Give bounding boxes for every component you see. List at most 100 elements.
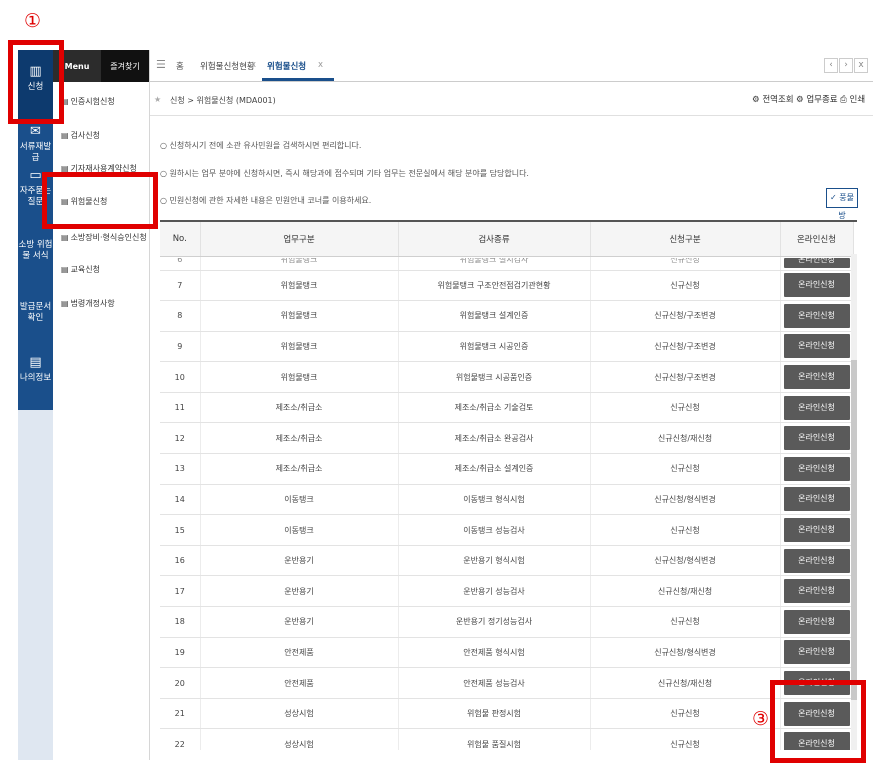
table-row: 6 위험물탱크 위험물탱크 설치검사 신규신청 온라인신청 <box>160 256 854 271</box>
cell-inspection-type: 제조소/취급소 완공검사 <box>398 422 591 455</box>
tab-hazmat-apply[interactable]: 위험물신청 <box>267 60 306 72</box>
cell-apply-type: 신규신청/구조변경 <box>590 361 781 393</box>
favorites-tab[interactable]: 즐겨찾기 <box>101 50 149 82</box>
cell-no: 6 <box>160 256 201 271</box>
cell-category: 제조소/취급소 <box>200 392 399 424</box>
online-apply-button[interactable]: 온라인신청 <box>783 334 850 359</box>
online-apply-button[interactable]: 온라인신청 <box>783 258 850 268</box>
cell-category: 위험물탱크 <box>200 270 399 302</box>
next-tab-button[interactable]: › <box>839 58 853 73</box>
notice-text: 신청하시기 전에 소관 유사민원을 검색하시면 편리합니다. <box>169 141 362 150</box>
rail-item-label: 서류재발급 <box>19 142 52 163</box>
cell-apply-type: 신규신청/구조변경 <box>590 331 781 363</box>
highlight-box-rail <box>8 40 64 124</box>
cell-apply-type: 신규신청 <box>590 270 781 302</box>
cell-category: 안전제품 <box>200 637 399 669</box>
cell-online-apply: 온라인신청 <box>780 453 854 485</box>
cell-category: 위험물탱크 <box>200 256 399 271</box>
table-scrollbar-thumb[interactable] <box>851 360 857 700</box>
table-row: 13 제조소/취급소 제조소/취급소 설계인증 신규신청 온라인신청 <box>160 453 854 485</box>
close-all-button[interactable]: x <box>854 58 868 73</box>
table-row: 9 위험물탱크 위험물탱크 시공인증 신규신청/구조변경 온라인신청 <box>160 331 854 363</box>
cell-apply-type: 신규신청 <box>590 728 781 750</box>
cell-inspection-type: 안전제품 형식시험 <box>398 637 591 669</box>
cell-inspection-type: 위험물탱크 설치검사 <box>398 256 591 271</box>
cell-no: 13 <box>160 453 201 485</box>
breadcrumb-bar: ★ 신청 > 위험물신청 (MDA001) ⚙ 전역조회 ⚙ 업무종료 ⎙ 인쇄 <box>150 82 873 116</box>
tab-home[interactable]: 홈 <box>176 60 184 72</box>
tab-close-icon[interactable]: x <box>251 60 256 70</box>
online-apply-button[interactable]: 온라인신청 <box>783 426 850 451</box>
rail-item-myinfo[interactable]: ▤ 나의정보 <box>18 355 53 400</box>
cell-apply-type: 신규신청/구조변경 <box>590 300 781 332</box>
notice-3: ○ 민원신청에 관한 자세한 내용은 민원안내 코너를 이용하세요. <box>160 196 372 205</box>
online-apply-button[interactable]: 온라인신청 <box>783 273 850 298</box>
end-work-button[interactable]: ⚙ 업무종료 <box>796 93 838 105</box>
table-row: 10 위험물탱크 위험물탱크 시공품인증 신규신청/구조변경 온라인신청 <box>160 361 854 393</box>
online-apply-button[interactable]: 온라인신청 <box>783 579 850 604</box>
rail-item-verify[interactable]: 발급문서 확인 <box>18 302 53 342</box>
cell-inspection-type: 위험물탱크 구조안전점검기관현황 <box>398 270 591 302</box>
cell-apply-type: 신규신청/형식변경 <box>590 484 781 516</box>
cell-no: 9 <box>160 331 201 363</box>
star-icon[interactable]: ★ <box>154 95 161 104</box>
menu-item-law[interactable]: ▤ 법령개정사항 <box>61 298 115 309</box>
notice-2: ○ 원하시는 업무 분야에 신청하시면, 즉시 해당과에 접수되며 기타 업무는… <box>160 169 529 178</box>
menu-item-label: 법령개정사항 <box>70 299 115 308</box>
tab-hazmat-status[interactable]: 위험물신청현황 <box>200 60 255 72</box>
online-apply-button[interactable]: 온라인신청 <box>783 487 850 512</box>
online-apply-button[interactable]: 온라인신청 <box>783 640 850 665</box>
cell-apply-type: 신규신청/형식변경 <box>590 637 781 669</box>
online-apply-button[interactable]: 온라인신청 <box>783 548 850 573</box>
search-all-button[interactable]: ⚙ 전역조회 <box>752 93 794 105</box>
tab-bar: ☰ 홈 위험물신청현황 x 위험물신청 x ‹ › x <box>150 50 873 82</box>
print-button[interactable]: ⎙ 인쇄 <box>840 93 865 105</box>
cell-online-apply: 온라인신청 <box>780 606 854 638</box>
menu-panel: Menu 즐겨찾기 ▤ 인증시험신청 ▤ 검사신청 ▤ 기자재사용계약신청 ▤ 위험물신… <box>53 50 150 760</box>
cell-online-apply: 온라인신청 <box>780 331 854 363</box>
menu-item-inspection[interactable]: ▤ 검사신청 <box>61 130 100 141</box>
cell-category: 위험물탱크 <box>200 300 399 332</box>
cell-online-apply: 온라인신청 <box>780 484 854 516</box>
online-apply-button[interactable]: 온라인신청 <box>783 609 850 634</box>
online-apply-button[interactable]: 온라인신청 <box>783 395 850 420</box>
online-apply-button[interactable]: 온라인신청 <box>783 365 850 390</box>
cell-category: 위험물탱크 <box>200 361 399 393</box>
table-row: 12 제조소/취급소 제조소/취급소 완공검사 신규신청/재신청 온라인신청 <box>160 422 854 455</box>
cell-no: 11 <box>160 392 201 424</box>
notice-1: ○ 신청하시기 전에 소관 유사민원을 검색하시면 편리합니다. <box>160 141 362 150</box>
cell-no: 22 <box>160 728 201 750</box>
document-icon: ▤ <box>61 131 69 140</box>
list-icon[interactable]: ☰ <box>156 58 166 71</box>
cell-category: 성상시험 <box>200 698 399 730</box>
table-row: 20 안전제품 안전제품 성능검사 신규신청/재신청 온라인신청 <box>160 667 854 699</box>
table-header: No. 업무구분 검사종류 신청구분 온라인신청 <box>160 222 854 257</box>
menu-item-education[interactable]: ▤ 교육신청 <box>61 264 100 275</box>
application-table: No. 업무구분 검사종류 신청구분 온라인신청 6 위험물탱크 위험물탱크 설… <box>160 220 857 750</box>
online-apply-button[interactable]: 온라인신청 <box>783 303 850 328</box>
document-icon: ▤ <box>61 299 69 308</box>
cell-no: 14 <box>160 484 201 516</box>
online-apply-button[interactable]: 온라인신청 <box>783 456 850 481</box>
cell-online-apply: 온라인신청 <box>780 575 854 608</box>
menu-item-cert-test[interactable]: ▤ 인증시험신청 <box>61 96 115 107</box>
gear-icon: ⚙ <box>752 95 763 105</box>
rail-item-forms[interactable]: 소방 위험물 서식 <box>18 240 53 280</box>
cell-inspection-type: 이동탱크 성능검사 <box>398 514 591 546</box>
table-row: 7 위험물탱크 위험물탱크 구조안전점검기관현황 신규신청 온라인신청 <box>160 270 854 302</box>
col-header-category: 업무구분 <box>200 222 399 257</box>
table-row: 22 성상시험 위험물 품질시험 신규신청 온라인신청 <box>160 728 854 750</box>
cell-inspection-type: 위험물 판정시험 <box>398 698 591 730</box>
rail-item-reissue[interactable]: ✉ 서류재발급 <box>18 124 53 164</box>
menu-item-fire-equipment[interactable]: ▤ 소방장비·형식승인신청 <box>61 232 147 243</box>
prev-tab-button[interactable]: ‹ <box>824 58 838 73</box>
cell-inspection-type: 제조소/취급소 기술검토 <box>398 392 591 424</box>
gear-icon: ⚙ <box>796 95 807 105</box>
cell-no: 10 <box>160 361 201 393</box>
tab-close-icon[interactable]: x <box>318 60 323 70</box>
online-apply-button[interactable]: 온라인신청 <box>783 518 850 543</box>
cell-no: 16 <box>160 545 201 577</box>
check-button[interactable]: ✓ 풍물방 <box>826 188 858 220</box>
tool-label: 전역조회 <box>762 95 794 105</box>
cell-online-apply: 온라인신청 <box>780 270 854 302</box>
